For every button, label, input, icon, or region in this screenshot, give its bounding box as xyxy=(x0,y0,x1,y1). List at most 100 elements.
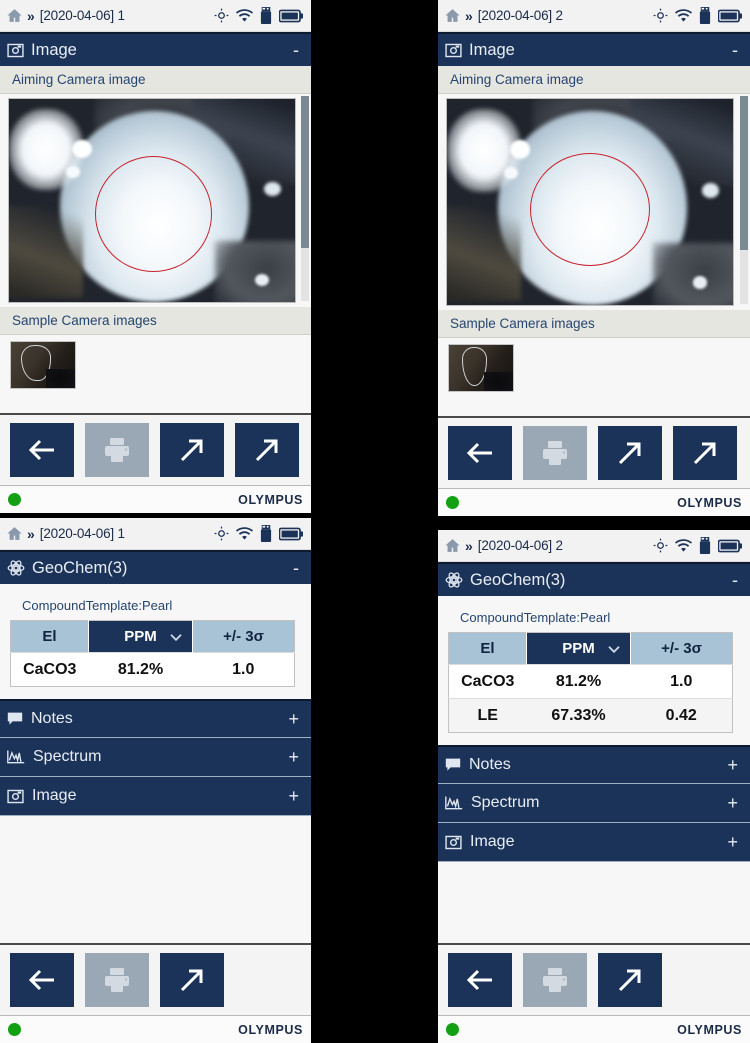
section-spectrum[interactable]: Spectrum + xyxy=(438,784,750,823)
sample-thumbnail-row xyxy=(438,338,750,400)
home-icon[interactable] xyxy=(444,7,461,24)
aiming-circle-overlay xyxy=(529,152,651,266)
expand-toggle[interactable]: + xyxy=(288,786,299,807)
status-bar: » [2020-04-06] 2 xyxy=(438,0,750,32)
image-scrollbar[interactable] xyxy=(740,96,748,304)
collapse-toggle[interactable]: - xyxy=(293,558,301,579)
usb-icon xyxy=(699,537,711,554)
empty-area xyxy=(0,816,311,943)
print-button[interactable] xyxy=(85,953,149,1007)
collapse-toggle[interactable]: - xyxy=(732,40,740,61)
home-icon[interactable] xyxy=(444,537,461,554)
panel-header-geochem[interactable]: GeoChem(3) - xyxy=(438,562,750,596)
panel-right-bottom-geochem: » [2020-04-06] 2 GeoChem(3) - CompoundTe… xyxy=(438,530,750,1043)
panel-header-geochem[interactable]: GeoChem(3) - xyxy=(0,550,311,584)
table-header-row: El PPM +/- 3σ xyxy=(448,632,733,665)
table-header-row: El PPM +/- 3σ xyxy=(10,620,295,653)
cell-sigma: 0.42 xyxy=(630,698,733,733)
footer: OLYMPUS xyxy=(0,485,311,513)
print-button[interactable] xyxy=(523,426,587,480)
screenshot-stage: » [2020-04-06] 1 Image - Aiming Camera i… xyxy=(0,0,750,1043)
print-button[interactable] xyxy=(85,423,149,477)
notes-icon xyxy=(445,757,461,773)
aiming-camera-image[interactable] xyxy=(446,98,734,306)
expand-toggle[interactable]: + xyxy=(727,755,738,776)
column-header-ppm[interactable]: PPM xyxy=(88,620,193,653)
export-button-1[interactable] xyxy=(160,953,224,1007)
results-table-wrap: El PPM +/- 3σ CaCO3 xyxy=(438,632,750,733)
chevron-right-icon: » xyxy=(27,525,35,542)
column-header-sigma[interactable]: +/- 3σ xyxy=(192,620,295,653)
breadcrumb[interactable]: [2020-04-06] 2 xyxy=(478,8,563,23)
export-button-1[interactable] xyxy=(160,423,224,477)
breadcrumb[interactable]: [2020-04-06] 1 xyxy=(40,8,125,23)
status-bar: » [2020-04-06] 2 xyxy=(438,530,750,562)
brand-logo: OLYMPUS xyxy=(238,1022,303,1037)
expand-toggle[interactable]: + xyxy=(288,747,299,768)
collapse-toggle[interactable]: - xyxy=(293,40,301,61)
chevron-down-icon[interactable] xyxy=(608,645,620,653)
image-panel-content: Aiming Camera image Sample Camera images xyxy=(0,66,311,413)
sample-thumbnail[interactable] xyxy=(448,344,514,392)
results-table: El PPM +/- 3σ CaCO3 xyxy=(10,620,295,687)
expand-toggle[interactable]: + xyxy=(727,793,738,814)
table-row[interactable]: CaCO3 81.2% 1.0 xyxy=(10,652,295,687)
table-row[interactable]: CaCO3 81.2% 1.0 xyxy=(448,664,733,699)
export-button-1[interactable] xyxy=(598,426,662,480)
breadcrumb[interactable]: [2020-04-06] 2 xyxy=(478,538,563,553)
expand-toggle[interactable]: + xyxy=(727,832,738,853)
chevron-down-icon[interactable] xyxy=(170,633,182,641)
expand-toggle[interactable]: + xyxy=(288,709,299,730)
section-label: Spectrum xyxy=(471,794,540,811)
section-notes[interactable]: Notes + xyxy=(438,745,750,784)
spectrum-icon xyxy=(445,795,463,811)
column-header-el[interactable]: El xyxy=(10,620,89,653)
collapse-toggle[interactable]: - xyxy=(732,570,740,591)
export-button-1[interactable] xyxy=(598,953,662,1007)
section-image[interactable]: Image + xyxy=(0,777,311,816)
target-icon xyxy=(214,526,229,541)
toolbar xyxy=(0,943,311,1015)
target-icon xyxy=(653,8,668,23)
print-button[interactable] xyxy=(523,953,587,1007)
chevron-right-icon: » xyxy=(27,7,35,24)
footer: OLYMPUS xyxy=(0,1015,311,1043)
export-button-2[interactable] xyxy=(235,423,299,477)
section-label: Notes xyxy=(469,756,511,773)
section-label: Spectrum xyxy=(33,748,102,765)
aiming-circle-overlay xyxy=(94,155,213,272)
sample-thumbnail-row xyxy=(0,335,311,397)
panel-header-image[interactable]: Image - xyxy=(438,32,750,66)
battery-icon xyxy=(717,9,742,23)
back-button[interactable] xyxy=(10,953,74,1007)
section-image[interactable]: Image + xyxy=(438,823,750,862)
back-button[interactable] xyxy=(448,953,512,1007)
panel-header-image[interactable]: Image - xyxy=(0,32,311,66)
column-header-ppm[interactable]: PPM xyxy=(526,632,631,665)
battery-icon xyxy=(717,539,742,553)
chevron-right-icon: » xyxy=(465,537,473,554)
breadcrumb[interactable]: [2020-04-06] 1 xyxy=(40,526,125,541)
image-icon xyxy=(445,42,462,59)
sample-thumbnail[interactable] xyxy=(10,341,76,389)
home-icon[interactable] xyxy=(6,525,23,542)
status-led-icon xyxy=(446,496,459,509)
brand-logo: OLYMPUS xyxy=(677,495,742,510)
image-panel-content: Aiming Camera image Sample Camera images xyxy=(438,66,750,416)
status-bar: » [2020-04-06] 1 xyxy=(0,518,311,550)
back-button[interactable] xyxy=(448,426,512,480)
section-spectrum[interactable]: Spectrum + xyxy=(0,738,311,777)
chevron-right-icon: » xyxy=(465,7,473,24)
battery-icon xyxy=(278,9,303,23)
column-header-el[interactable]: El xyxy=(448,632,527,665)
section-notes[interactable]: Notes + xyxy=(0,699,311,738)
column-header-sigma[interactable]: +/- 3σ xyxy=(630,632,733,665)
home-icon[interactable] xyxy=(6,7,23,24)
aiming-camera-image[interactable] xyxy=(8,98,296,303)
image-scrollbar[interactable] xyxy=(301,96,309,301)
table-row[interactable]: LE 67.33% 0.42 xyxy=(448,698,733,733)
back-button[interactable] xyxy=(10,423,74,477)
wifi-icon xyxy=(675,538,692,553)
export-button-2[interactable] xyxy=(673,426,737,480)
status-led-icon xyxy=(8,1023,21,1036)
